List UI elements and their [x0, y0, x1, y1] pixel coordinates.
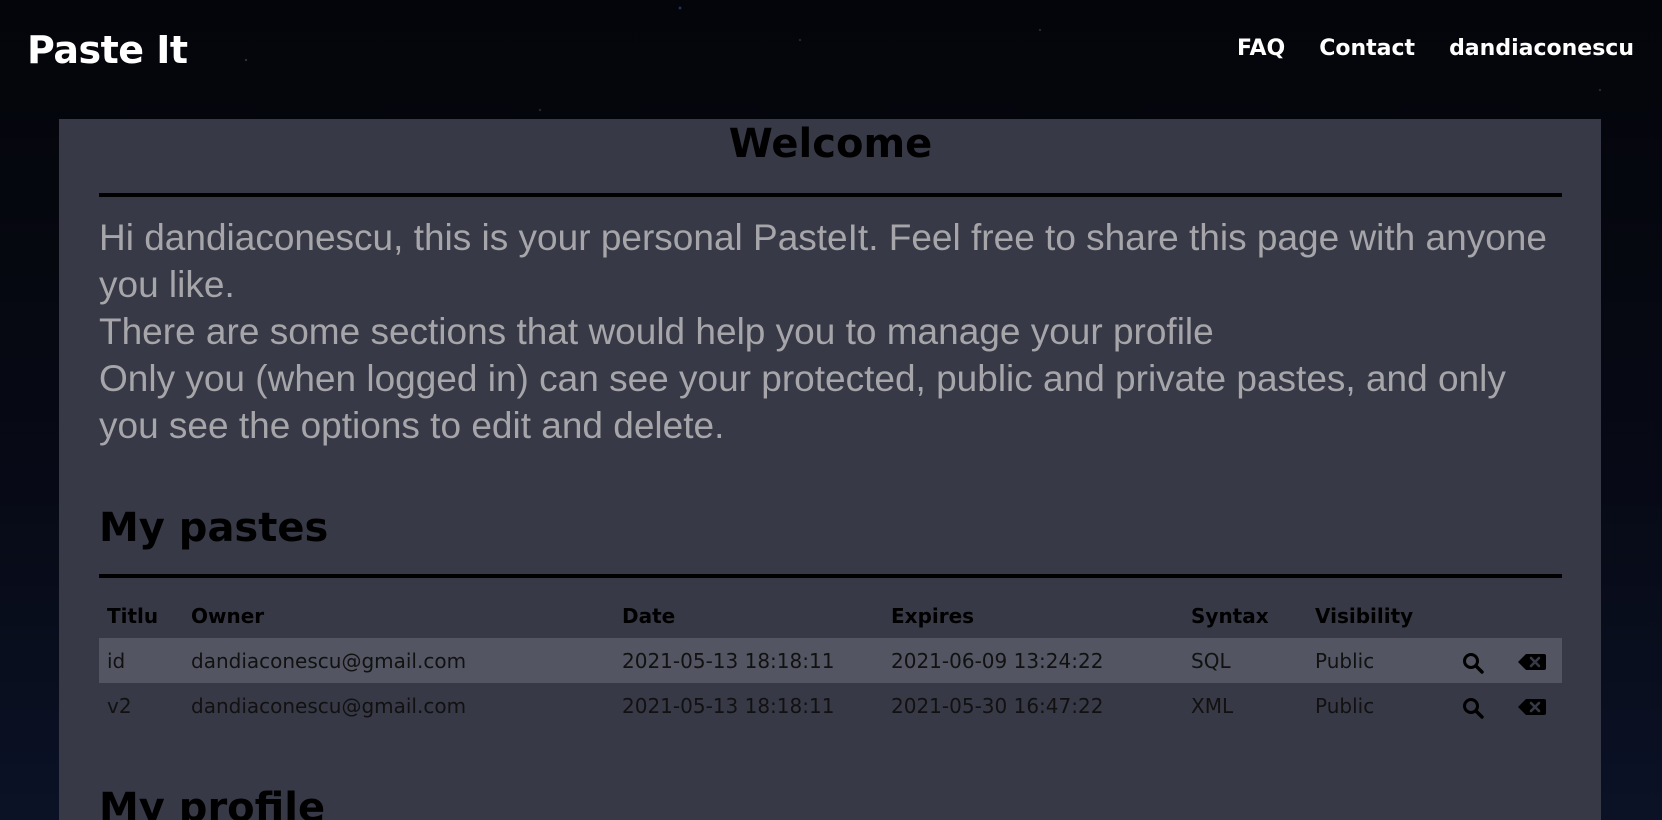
welcome-title: Welcome	[728, 121, 933, 167]
paste-expires: 2021-06-09 13:24:22	[883, 638, 1183, 683]
nav-link-faq[interactable]: FAQ	[1237, 36, 1285, 61]
paste-date: 2021-05-13 18:18:11	[614, 638, 883, 683]
column-header-syntax[interactable]: Syntax	[1183, 594, 1307, 638]
pastes-table: Titlu Owner Date Expires Syntax Visibili…	[99, 594, 1562, 728]
nav-links: FAQ Contact dandiaconescu	[1237, 36, 1634, 61]
welcome-text: Hi dandiaconescu, this is your personal …	[99, 214, 1562, 449]
column-header-date[interactable]: Date	[614, 594, 883, 638]
navbar: Paste It FAQ Contact dandiaconescu	[0, 0, 1662, 110]
panel-content: Welcome Hi dandiaconescu, this is your p…	[99, 119, 1562, 820]
search-icon[interactable]	[1461, 651, 1489, 674]
paste-owner: dandiaconescu@gmail.com	[183, 638, 614, 683]
column-header-titlu[interactable]: Titlu	[99, 594, 183, 638]
column-header-visibility[interactable]: Visibility	[1307, 594, 1453, 638]
row-actions	[1453, 683, 1562, 728]
paste-owner: dandiaconescu@gmail.com	[191, 693, 467, 718]
paste-visibility: Public	[1315, 693, 1375, 718]
paste-visibility: Public	[1307, 638, 1453, 683]
table-row[interactable]: id dandiaconescu@gmail.com 2021-05-13 18…	[99, 638, 1562, 683]
nav-link-user[interactable]: dandiaconescu	[1449, 36, 1634, 61]
column-header-owner[interactable]: Owner	[183, 594, 614, 638]
column-header-actions	[1453, 594, 1562, 638]
main-panel: Welcome Hi dandiaconescu, this is your p…	[59, 119, 1601, 820]
welcome-divider	[99, 193, 1562, 197]
paste-title[interactable]: id	[99, 638, 183, 683]
table-header-row: Titlu Owner Date Expires Syntax Visibili…	[99, 594, 1562, 638]
welcome-paragraph-2: There are some sections that would help …	[99, 311, 1214, 352]
my-profile-title: My profile	[99, 785, 326, 820]
pastes-divider	[99, 574, 1562, 578]
search-icon[interactable]	[1461, 696, 1489, 719]
table-row[interactable]: v2 dandiaconescu@gmail.com 2021-05-13 18…	[99, 683, 1562, 728]
nav-link-contact[interactable]: Contact	[1319, 36, 1415, 61]
paste-expires: 2021-05-30 16:47:22	[891, 693, 1104, 718]
brand-logo[interactable]: Paste It	[27, 28, 188, 72]
my-pastes-title: My pastes	[99, 505, 329, 551]
row-actions	[1453, 638, 1562, 683]
paste-date: 2021-05-13 18:18:11	[622, 693, 835, 718]
paste-syntax: SQL	[1183, 638, 1307, 683]
paste-title[interactable]: v2	[99, 683, 183, 728]
welcome-paragraph-3: Only you (when logged in) can see your p…	[99, 358, 1506, 446]
column-header-expires[interactable]: Expires	[883, 594, 1183, 638]
paste-syntax: XML	[1191, 693, 1234, 718]
backspace-delete-icon[interactable]	[1517, 696, 1547, 718]
welcome-paragraph-1: Hi dandiaconescu, this is your personal …	[99, 217, 1547, 305]
backspace-delete-icon[interactable]	[1517, 651, 1547, 673]
